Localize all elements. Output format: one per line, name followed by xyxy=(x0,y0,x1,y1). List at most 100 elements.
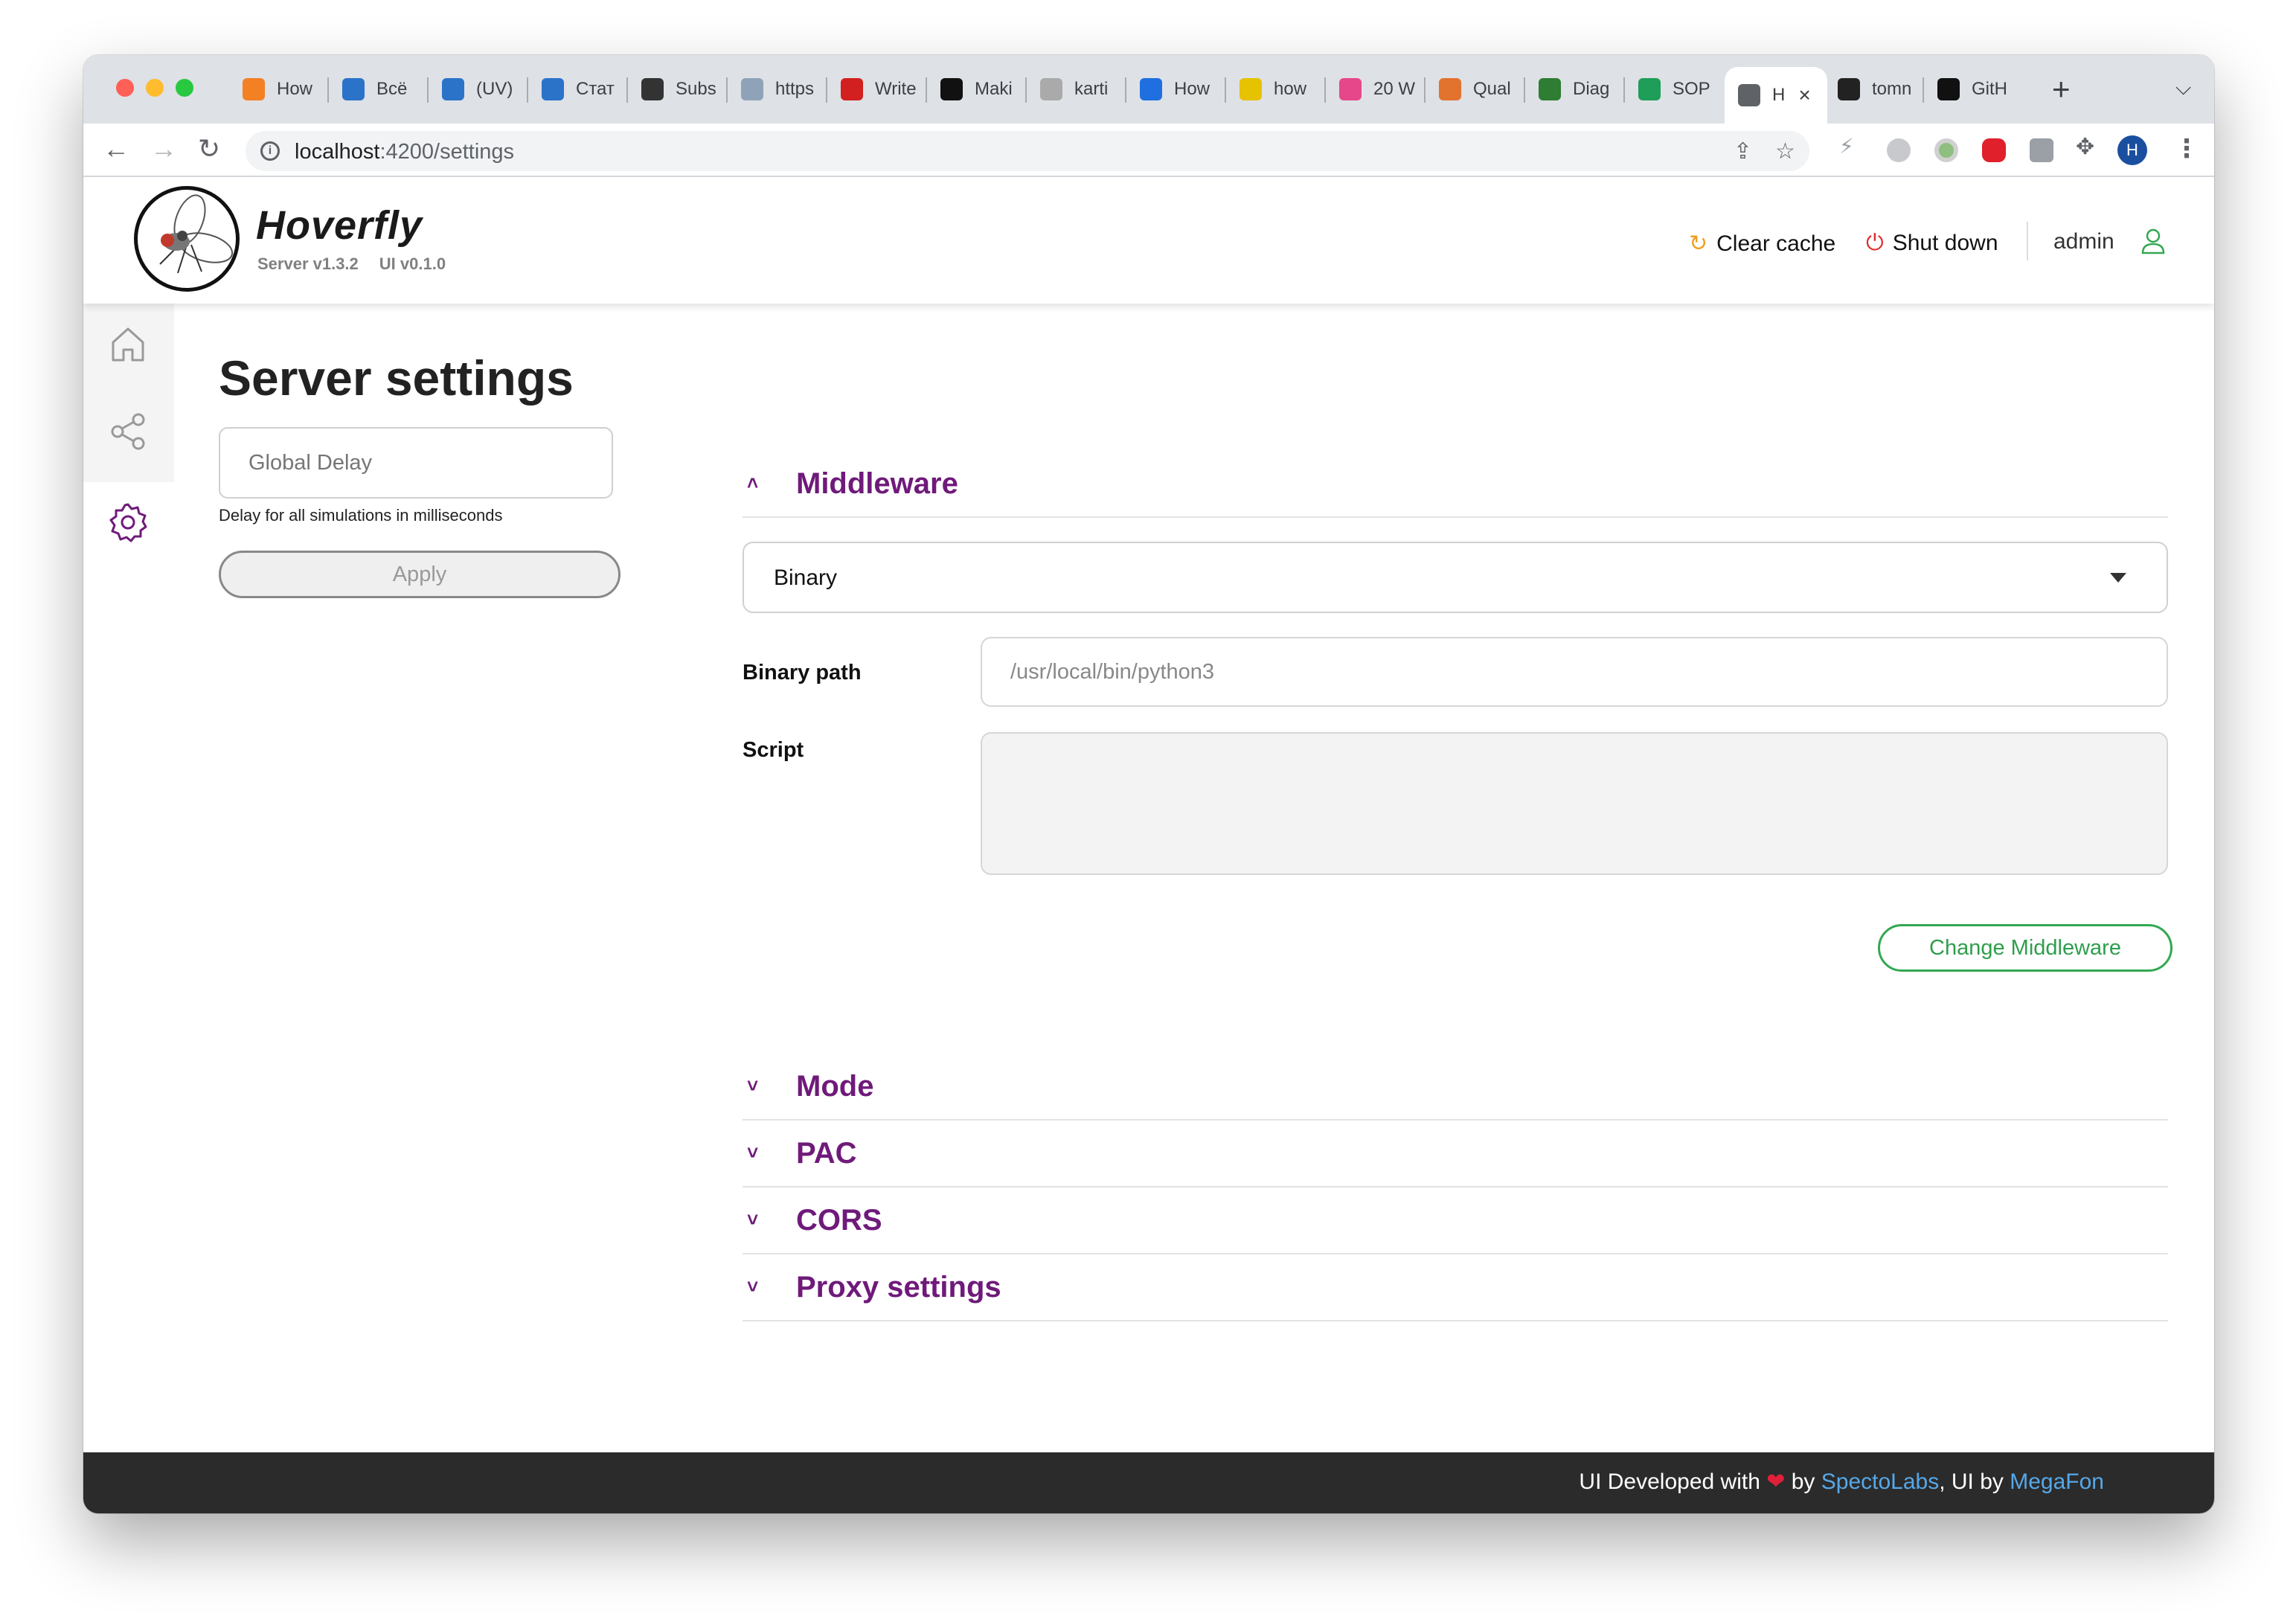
browser-tab[interactable]: Diag xyxy=(1525,67,1619,112)
tab-separator xyxy=(726,77,728,103)
site-info-icon[interactable]: i xyxy=(260,141,280,161)
footer: UI Developed with ❤ by SpectoLabs, UI by… xyxy=(83,1452,2214,1513)
change-middleware-button[interactable]: Change Middleware xyxy=(1878,924,2172,972)
puzzle-extensions-icon[interactable]: ✥ xyxy=(2076,134,2100,159)
home-icon[interactable] xyxy=(106,321,150,366)
adblock-extension-icon[interactable] xyxy=(1982,138,2006,162)
tab-label: Diag xyxy=(1573,79,1610,99)
share-nodes-icon[interactable] xyxy=(106,409,150,454)
new-tab-button[interactable]: + xyxy=(2052,71,2071,107)
tab-label: Subs xyxy=(676,79,716,99)
refresh-icon: ↻ xyxy=(1689,231,1708,256)
middleware-section-header[interactable]: ˄ Middleware xyxy=(743,451,2168,518)
browser-tab[interactable]: https xyxy=(728,67,821,112)
browser-menu-icon[interactable]: ⋮ xyxy=(2174,134,2199,164)
cors-title: CORS xyxy=(796,1204,882,1237)
settings-gear-icon[interactable] xyxy=(106,500,150,545)
power-icon: ⏻ xyxy=(1866,231,1884,255)
browser-tab[interactable]: tomn xyxy=(1824,67,1918,112)
tab-search-chevron-icon[interactable]: ⌵ xyxy=(2175,76,2191,100)
browser-tab[interactable]: Maki xyxy=(927,67,1021,112)
apply-button[interactable]: Apply xyxy=(219,551,621,598)
browser-tab[interactable]: 20 W xyxy=(1326,67,1420,112)
chevron-up-icon: ˄ xyxy=(747,472,759,494)
bookmark-star-icon[interactable]: ☆ xyxy=(1775,138,1795,164)
minimize-window-button[interactable] xyxy=(146,79,164,97)
tab-separator xyxy=(427,77,429,103)
binary-path-input[interactable]: /usr/local/bin/python3 xyxy=(981,637,2168,707)
browser-tab[interactable]: Стат xyxy=(528,67,622,112)
hoverfly-logo[interactable] xyxy=(134,186,240,292)
browser-tab[interactable]: SOP xyxy=(1625,67,1719,112)
username[interactable]: admin xyxy=(2053,229,2114,254)
brand-name: Hoverfly xyxy=(256,203,423,248)
close-tab-icon[interactable]: × xyxy=(1798,83,1810,107)
zoom-window-button[interactable] xyxy=(176,79,193,97)
browser-tab[interactable]: (UV) xyxy=(429,67,522,112)
chevron-down-icon: ˅ xyxy=(747,1275,759,1298)
forward-arrow-icon[interactable]: → xyxy=(150,134,177,164)
global-delay-input[interactable] xyxy=(219,427,613,499)
megafon-link[interactable]: MegaFon xyxy=(2010,1469,2104,1494)
tab-label: https xyxy=(775,79,815,99)
d-icon xyxy=(342,78,365,100)
user-icon[interactable] xyxy=(2138,226,2168,256)
script-textarea[interactable] xyxy=(981,732,2168,875)
page-title: Server settings xyxy=(219,350,574,406)
profile-avatar[interactable]: H xyxy=(2117,135,2147,165)
browser-tab[interactable]: H × xyxy=(1725,67,1827,124)
back-arrow-icon[interactable]: ← xyxy=(103,134,129,164)
green-dot-extension-icon[interactable] xyxy=(1934,138,1958,162)
proxy-settings-title: Proxy settings xyxy=(796,1271,1001,1304)
camera-extension-icon[interactable] xyxy=(2030,138,2053,162)
chevron-down-icon: ˅ xyxy=(747,1074,759,1097)
extension-icon[interactable] xyxy=(1887,138,1911,162)
browser-tab[interactable]: GitH xyxy=(1924,67,2018,112)
app-header: Hoverfly Server v1.3.2 UI v0.1.0 ↻ Clear … xyxy=(83,177,2214,304)
spectolabs-link[interactable]: SpectoLabs xyxy=(1821,1469,1939,1494)
tab-label: Всё xyxy=(376,79,408,99)
browser-tab[interactable]: Всё xyxy=(329,67,423,112)
browser-tab[interactable]: How xyxy=(1126,67,1220,112)
binary-path-label: Binary path xyxy=(743,661,862,685)
chevron-down-icon: ˅ xyxy=(747,1208,759,1231)
browser-tab[interactable]: Qual xyxy=(1426,67,1519,112)
url-text: localhost:4200/settings xyxy=(295,140,515,164)
address-bar[interactable]: i localhost:4200/settings ⇪ ☆ xyxy=(246,131,1809,171)
lightning-extension-icon[interactable]: ⚡ xyxy=(1839,134,1863,158)
browser-tab[interactable]: How xyxy=(229,67,323,112)
browser-tab[interactable]: Write xyxy=(827,67,921,112)
pac-title: PAC xyxy=(796,1137,857,1170)
shut-down-button[interactable]: ⏻ Shut down xyxy=(1866,231,1998,256)
tab-label: SOP xyxy=(1673,79,1710,99)
browser-tab[interactable]: how xyxy=(1226,67,1320,112)
tab-label: (UV) xyxy=(476,79,513,99)
tab-label: GitH xyxy=(1972,79,2007,99)
share-icon[interactable]: ⇪ xyxy=(1734,138,1752,164)
lightning-icon xyxy=(841,78,863,100)
tab-label: 20 W xyxy=(1373,79,1416,99)
footer-ui-by: , UI by xyxy=(1939,1469,2004,1494)
cors-section-header[interactable]: ˅ CORS xyxy=(743,1187,2168,1254)
browser-window: How Всё (UV) Стат Subs https Write Maki karti How… xyxy=(83,55,2214,1513)
tab-label: How xyxy=(1174,79,1210,99)
tab-strip: How Всё (UV) Стат Subs https Write Maki karti How… xyxy=(83,55,2214,124)
pac-section-header[interactable]: ˅ PAC xyxy=(743,1121,2168,1187)
browser-tab[interactable]: karti xyxy=(1027,67,1120,112)
close-window-button[interactable] xyxy=(116,79,134,97)
tab-label: tomn xyxy=(1872,79,1912,99)
clear-cache-button[interactable]: ↻ Clear cache xyxy=(1689,231,1835,257)
cloud-icon xyxy=(741,78,763,100)
ruler-icon xyxy=(1240,78,1262,100)
tab-label: Qual xyxy=(1473,79,1511,99)
tab-separator xyxy=(1623,77,1625,103)
mode-section-header[interactable]: ˅ Mode xyxy=(743,1054,2168,1121)
shut-down-label: Shut down xyxy=(1892,231,1998,255)
middleware-type-select[interactable]: Binary xyxy=(743,542,2168,613)
tab-separator xyxy=(527,77,528,103)
reload-icon[interactable]: ↻ xyxy=(198,134,220,164)
proxy-settings-section-header[interactable]: ˅ Proxy settings xyxy=(743,1254,2168,1321)
d-icon xyxy=(641,78,664,100)
sidebar xyxy=(83,304,174,482)
browser-tab[interactable]: Subs xyxy=(628,67,722,112)
